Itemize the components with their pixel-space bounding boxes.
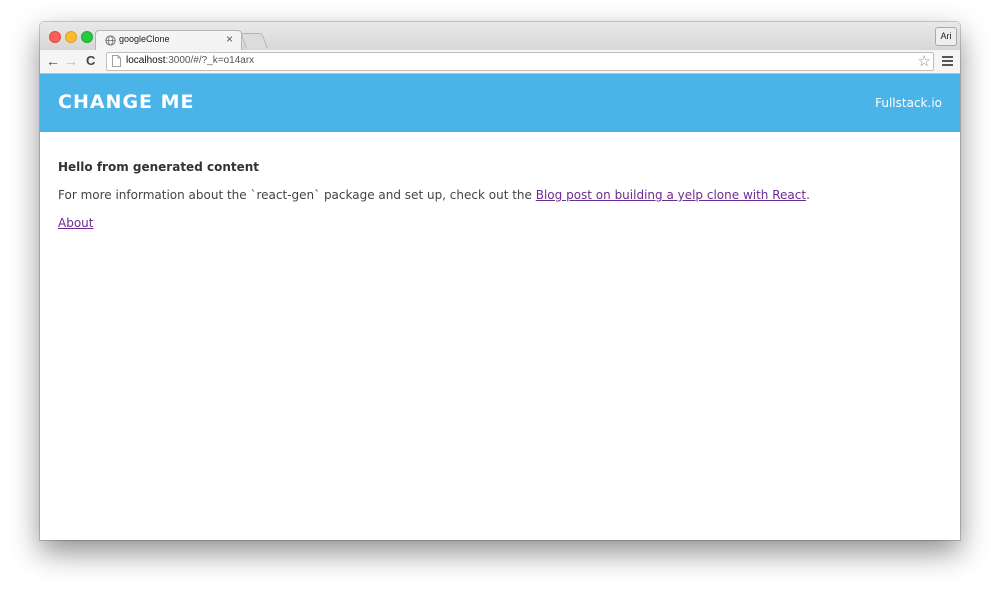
url-text: localhost:3000/#/?_k=o14arx [126,55,254,66]
browser-window: googleClone × Ari ← → C localhost:3000/#… [40,22,960,540]
url-host: localhost [126,55,166,66]
tab-active[interactable]: googleClone × [95,30,242,51]
site-title: CHANGE ME [58,91,195,113]
fullstack-link[interactable]: Fullstack.io [875,96,942,110]
forward-arrow-icon[interactable]: → [64,53,78,69]
info-suffix: . [806,188,810,202]
address-bar[interactable]: localhost:3000/#/?_k=o14arx ☆ [106,52,934,71]
main-section: Hello from generated content For more in… [58,160,810,230]
back-arrow-icon[interactable]: ← [46,53,60,69]
menu-icon[interactable] [942,56,953,66]
about-link[interactable]: About [58,216,93,230]
browser-toolbar: ← → C localhost:3000/#/?_k=o14arx ☆ [40,50,960,74]
close-window-button[interactable] [49,31,61,43]
page-icon [112,55,121,67]
tab-close-icon[interactable]: × [226,32,233,46]
page-heading: Hello from generated content [58,160,260,174]
info-prefix: For more information about the `react-ge… [58,188,536,202]
info-paragraph: For more information about the `react-ge… [58,188,810,202]
tab-strip: googleClone × Ari [40,22,960,51]
profile-button[interactable]: Ari [935,27,957,46]
tab-title: googleClone [119,34,170,44]
minimize-window-button[interactable] [65,31,77,43]
url-path: :3000/#/?_k=o14arx [165,55,255,66]
new-tab-button[interactable] [240,33,268,48]
reload-icon[interactable]: C [86,53,95,69]
blog-post-link[interactable]: Blog post on building a yelp clone with … [536,188,806,202]
page-content: CHANGE ME Fullstack.io Hello from genera… [40,74,960,540]
bookmark-star-icon[interactable]: ☆ [918,52,931,70]
site-header: CHANGE ME Fullstack.io [40,74,960,132]
globe-icon [105,35,116,46]
maximize-window-button[interactable] [81,31,93,43]
